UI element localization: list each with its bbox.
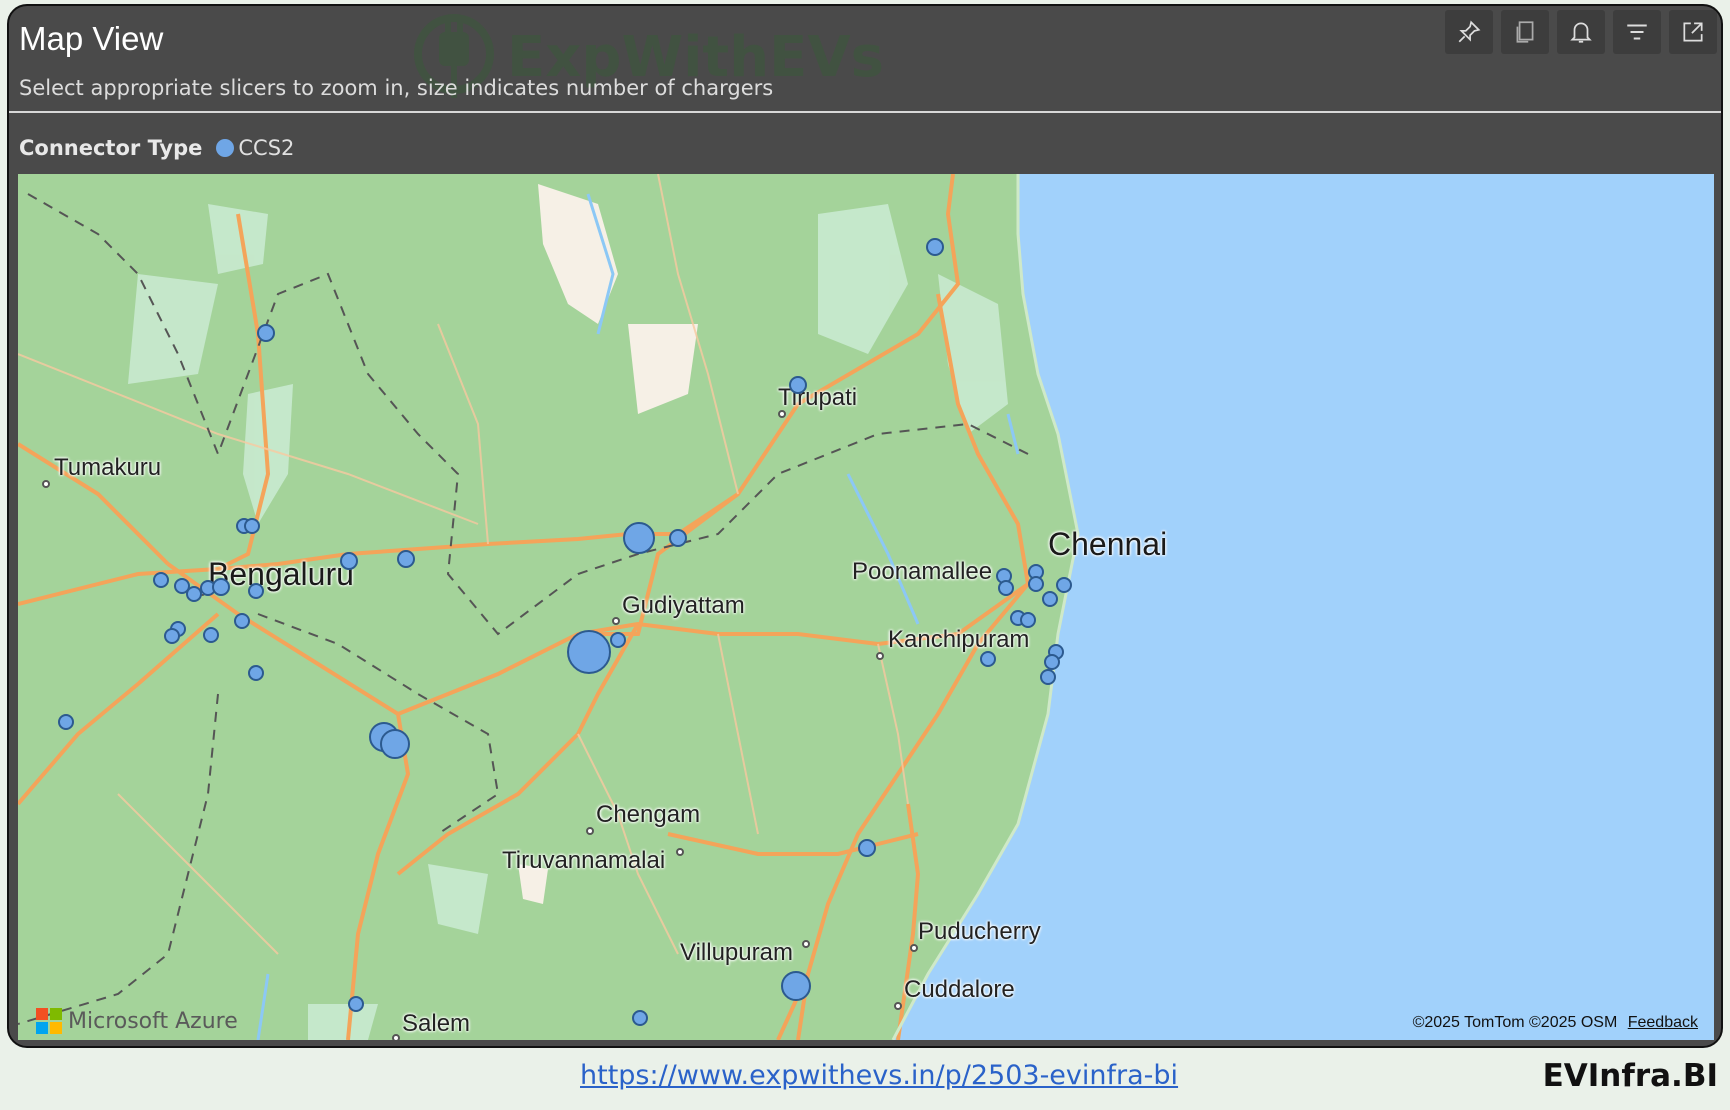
charger-marker[interactable] <box>858 839 876 857</box>
city-dot <box>42 480 50 488</box>
charger-marker[interactable] <box>1044 654 1060 670</box>
charger-marker[interactable] <box>623 522 655 554</box>
charger-marker[interactable] <box>397 550 415 568</box>
charger-marker[interactable] <box>980 651 996 667</box>
city-label-puducherry: Puducherry <box>918 918 1041 945</box>
city-label-chennai: Chennai <box>1048 526 1168 562</box>
city-label-villupuram: Villupuram <box>680 939 793 966</box>
charger-marker[interactable] <box>248 583 264 599</box>
pin-icon <box>1458 20 1481 43</box>
city-dot <box>894 1002 902 1010</box>
charger-marker[interactable] <box>257 324 275 342</box>
charger-marker[interactable] <box>781 971 811 1001</box>
charger-marker[interactable] <box>669 529 687 547</box>
city-label-kanchipuram: Kanchipuram <box>888 626 1030 653</box>
charger-marker[interactable] <box>789 376 807 394</box>
legend-swatch <box>216 139 235 157</box>
charger-marker[interactable] <box>610 632 626 648</box>
charger-marker[interactable] <box>1028 576 1044 592</box>
city-label-salem: Salem <box>402 1010 471 1037</box>
visual-header-toolbar <box>1445 10 1717 54</box>
feedback-link[interactable]: Feedback <box>1628 1014 1698 1031</box>
charger-marker[interactable] <box>348 996 364 1012</box>
city-dot <box>876 652 884 660</box>
charger-marker[interactable] <box>153 572 169 588</box>
brand-label: EVInfra.BI <box>1542 1058 1718 1094</box>
map-basemap <box>18 174 1714 1040</box>
charger-marker[interactable] <box>567 630 611 674</box>
map-provider-logo: Microsoft Azure <box>36 1008 238 1034</box>
header-divider <box>9 111 1721 113</box>
set-alert-button[interactable] <box>1557 10 1605 54</box>
charger-marker[interactable] <box>244 518 260 534</box>
copy-visual-button[interactable] <box>1501 10 1549 54</box>
legend-item-ccs2[interactable]: CCS2 <box>216 136 294 160</box>
bell-icon <box>1570 22 1592 43</box>
legend-item-label: CCS2 <box>238 136 295 160</box>
focus-mode-button[interactable] <box>1669 10 1717 54</box>
filters-button[interactable] <box>1613 10 1661 54</box>
city-dot <box>778 410 786 418</box>
charger-marker[interactable] <box>1042 591 1058 607</box>
charger-marker[interactable] <box>632 1010 648 1026</box>
charger-marker[interactable] <box>234 613 250 629</box>
legend-title: Connector Type <box>19 136 203 160</box>
map-visual-card: ExpWithEVs Map View Select appropriate s… <box>7 4 1723 1048</box>
charger-marker[interactable] <box>998 580 1014 596</box>
charger-marker[interactable] <box>164 628 180 644</box>
visual-subtitle: Select appropriate slicers to zoom in, s… <box>19 76 774 100</box>
charger-marker[interactable] <box>1020 612 1036 628</box>
charger-marker[interactable] <box>248 665 264 681</box>
map-canvas[interactable]: Tirupati Tumakuru Bengaluru Chennai Poon… <box>18 174 1714 1040</box>
city-dot <box>802 940 810 948</box>
charger-marker[interactable] <box>926 238 944 256</box>
attribution-text: ©2025 TomTom ©2025 OSM <box>1412 1014 1618 1031</box>
visual-title: Map View <box>19 20 164 57</box>
city-dot <box>392 1034 400 1040</box>
charger-marker[interactable] <box>1056 577 1072 593</box>
city-label-tumakuru: Tumakuru <box>54 454 162 481</box>
charger-marker[interactable] <box>58 714 74 730</box>
filter-icon <box>1627 24 1647 40</box>
city-label-cuddalore: Cuddalore <box>904 976 1015 1003</box>
city-label-gudiyattam: Gudiyattam <box>622 592 745 619</box>
city-label-poonamallee: Poonamallee <box>852 558 993 585</box>
charger-marker[interactable] <box>203 627 219 643</box>
footer-link[interactable]: https://www.expwithevs.in/p/2503-evinfra… <box>580 1060 1178 1091</box>
map-provider-label: Microsoft Azure <box>68 1008 238 1034</box>
charger-marker[interactable] <box>1040 669 1056 685</box>
legend: Connector Type CCS2 <box>19 136 294 160</box>
microsoft-logo-icon <box>36 1008 62 1034</box>
expand-icon <box>1683 22 1703 42</box>
city-dot <box>910 944 918 952</box>
pin-button[interactable] <box>1445 10 1493 54</box>
city-dot <box>676 848 684 856</box>
map-attribution: ©2025 TomTom ©2025 OSM Feedback <box>1413 1014 1698 1032</box>
charger-marker[interactable] <box>380 729 410 759</box>
charger-marker[interactable] <box>212 578 230 596</box>
charger-marker[interactable] <box>340 552 358 570</box>
copy-icon <box>1516 21 1534 43</box>
city-label-chengam: Chengam <box>596 801 701 828</box>
city-dot <box>612 617 620 625</box>
city-dot <box>586 827 594 835</box>
city-label-tiruvannamalai: Tiruvannamalai <box>502 847 666 874</box>
